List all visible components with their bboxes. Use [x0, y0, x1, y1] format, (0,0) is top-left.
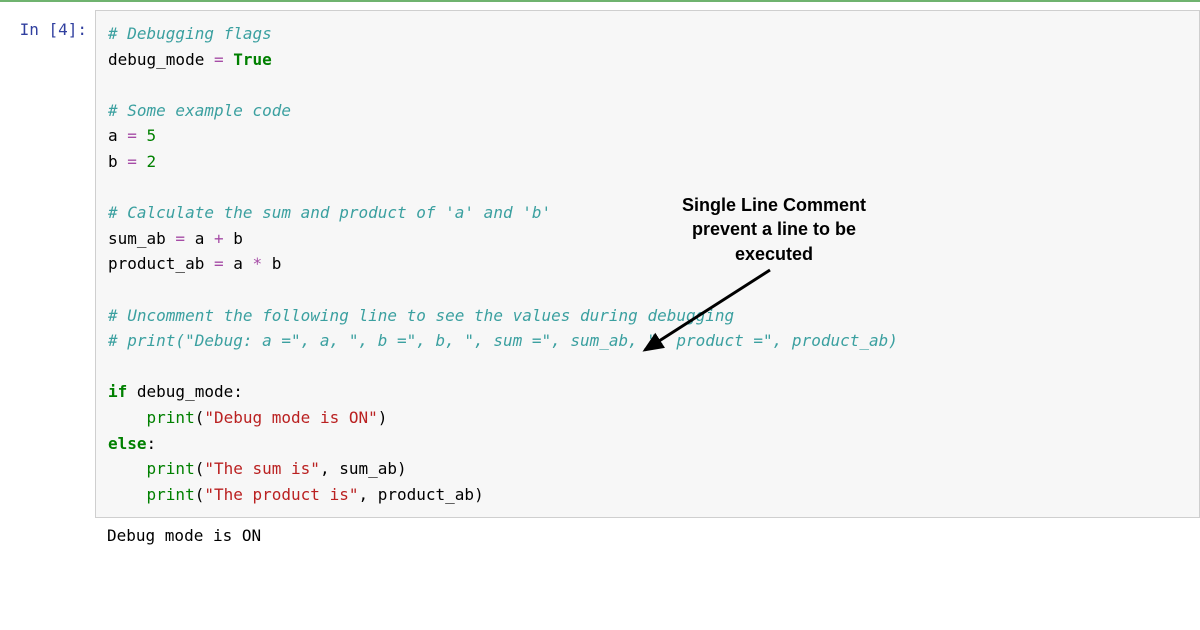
- code-comment: # Calculate the sum and product of 'a' a…: [108, 203, 551, 222]
- code-variable: b: [233, 229, 243, 248]
- cell-output: Debug mode is ON: [95, 518, 1200, 553]
- code-condition: debug_mode:: [127, 382, 243, 401]
- code-variable: a: [108, 126, 118, 145]
- notebook-cell-container: In [4]: # Debugging flags debug_mode = T…: [0, 0, 1200, 553]
- code-indent: [108, 408, 147, 427]
- code-operator: =: [204, 254, 233, 273]
- annotation-arrow-icon: [630, 265, 790, 365]
- code-comment: # Debugging flags: [108, 24, 272, 43]
- code-number: 5: [147, 126, 157, 145]
- code-variable: debug_mode: [108, 50, 204, 69]
- code-operator: +: [204, 229, 233, 248]
- prompt-label: In [4]:: [20, 20, 87, 39]
- code-variable: b: [108, 152, 118, 171]
- code-paren: (: [195, 408, 205, 427]
- output-text: Debug mode is ON: [107, 526, 261, 545]
- code-operator: *: [243, 254, 272, 273]
- code-paren: (: [195, 485, 205, 504]
- annotation-callout: Single Line Comment prevent a line to be…: [664, 193, 884, 266]
- code-string: "The sum is": [204, 459, 320, 478]
- code-comment: # Some example code: [108, 101, 291, 120]
- code-variable: sum_ab: [108, 229, 166, 248]
- cell-prompt: In [4]:: [0, 10, 95, 39]
- code-number: 2: [147, 152, 157, 171]
- code-string: "The product is": [204, 485, 358, 504]
- code-builtin: print: [147, 459, 195, 478]
- code-string: "Debug mode is ON": [204, 408, 377, 427]
- code-args: , sum_ab): [320, 459, 407, 478]
- code-colon: :: [147, 434, 157, 453]
- code-args: , product_ab): [358, 485, 483, 504]
- code-variable: a: [195, 229, 205, 248]
- code-paren: (: [195, 459, 205, 478]
- code-builtin: print: [147, 408, 195, 427]
- code-operator: =: [166, 229, 195, 248]
- annotation-line3: executed: [664, 242, 884, 266]
- code-indent: [108, 485, 147, 504]
- code-operator: =: [204, 50, 233, 69]
- code-paren: ): [378, 408, 388, 427]
- annotation-line1: Single Line Comment: [664, 193, 884, 217]
- code-keyword: if: [108, 382, 127, 401]
- code-variable: a: [233, 254, 243, 273]
- code-variable: b: [272, 254, 282, 273]
- code-builtin: print: [147, 485, 195, 504]
- annotation-line2: prevent a line to be: [664, 217, 884, 241]
- code-operator: =: [118, 152, 147, 171]
- code-boolean: True: [233, 50, 272, 69]
- code-cell: In [4]: # Debugging flags debug_mode = T…: [0, 10, 1200, 518]
- code-variable: product_ab: [108, 254, 204, 273]
- code-keyword: else: [108, 434, 147, 453]
- code-indent: [108, 459, 147, 478]
- code-operator: =: [118, 126, 147, 145]
